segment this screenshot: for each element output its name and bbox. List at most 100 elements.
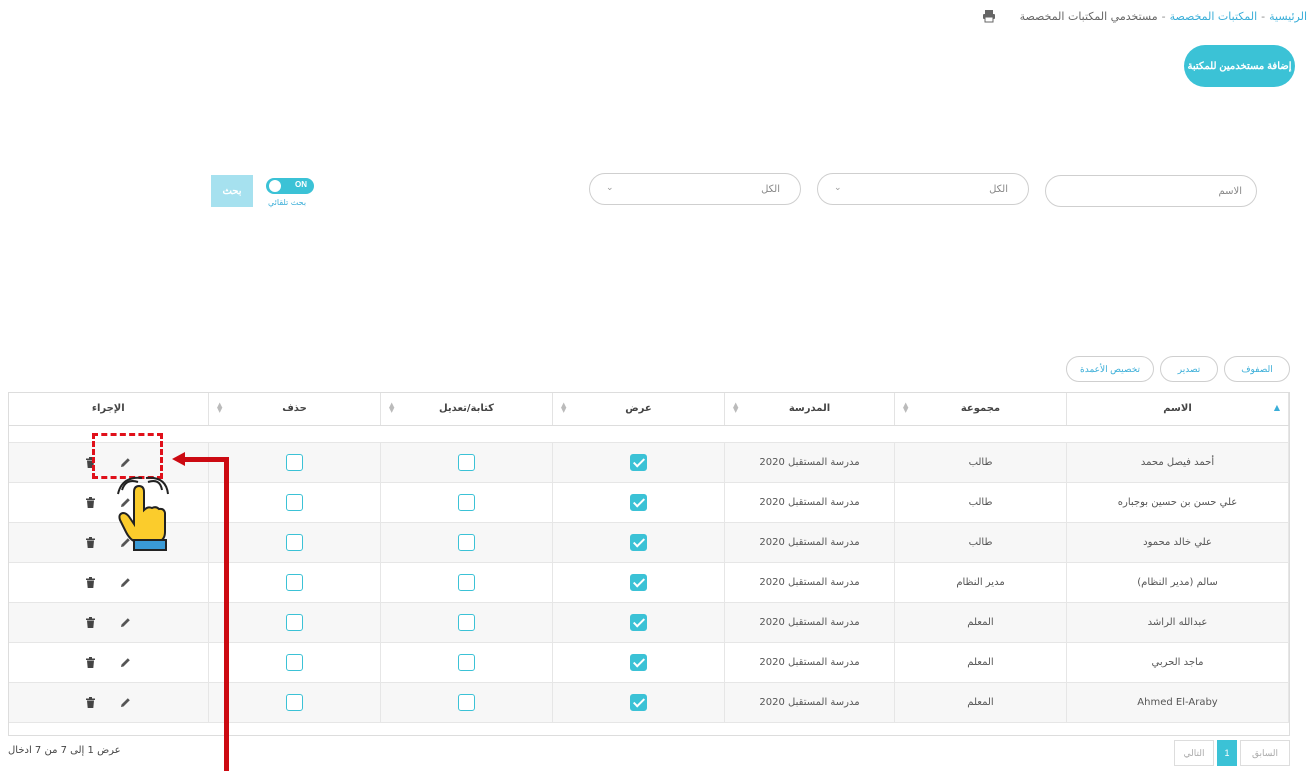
- school-select[interactable]: الكل ⌄: [589, 173, 801, 205]
- column-header-delete[interactable]: ▲ ▼ حذف: [208, 393, 381, 426]
- auto-search-toggle[interactable]: ON: [266, 178, 314, 194]
- cell-view: [552, 562, 725, 603]
- cell-school: مدرسة المستقبل 2020: [724, 602, 895, 643]
- toggle-knob: [269, 180, 281, 192]
- name-search-input[interactable]: الاسم: [1045, 175, 1257, 207]
- column-header-view[interactable]: ▲ ▼ عرض: [552, 393, 725, 426]
- column-header-school[interactable]: ▲ ▼ المدرسة: [724, 393, 895, 426]
- cell-view: [552, 522, 725, 563]
- write-checkbox[interactable]: [458, 573, 475, 591]
- chevron-down-icon: ⌄: [606, 183, 614, 193]
- trash-icon[interactable]: [85, 496, 96, 508]
- delete-checkbox[interactable]: [286, 493, 303, 511]
- cell-actions: [8, 522, 209, 563]
- write-checkbox[interactable]: [458, 453, 475, 471]
- pointing-hand-icon: [117, 476, 169, 551]
- cell-delete: [208, 682, 381, 723]
- column-header-group[interactable]: ▲ ▼ مجموعة: [894, 393, 1067, 426]
- trash-icon[interactable]: [85, 656, 96, 668]
- breadcrumb-libraries[interactable]: المكتبات المخصصة: [1170, 10, 1258, 23]
- annotation-line: [224, 459, 229, 771]
- name-search-placeholder: الاسم: [1218, 185, 1242, 197]
- row-actions: [9, 496, 209, 508]
- search-button[interactable]: بحث: [211, 175, 253, 207]
- cell-write: [380, 482, 553, 523]
- export-button[interactable]: تصدير: [1160, 356, 1218, 382]
- sort-icon: ▲ ▼: [903, 401, 909, 414]
- delete-checkbox[interactable]: [286, 613, 303, 631]
- cell-write: [380, 602, 553, 643]
- cell-delete: [208, 442, 381, 483]
- pencil-icon[interactable]: [120, 697, 131, 708]
- sort-icon: ▲ ▼: [733, 401, 739, 414]
- column-header-name[interactable]: ▲ الاسم: [1066, 393, 1289, 426]
- table-row: علي حسن بن حسين بوجباره طالب مدرسة المستقب…: [8, 482, 1289, 523]
- breadcrumb-separator: -: [1261, 10, 1266, 23]
- delete-checkbox[interactable]: [286, 453, 303, 471]
- cell-school: مدرسة المستقبل 2020: [724, 482, 895, 523]
- customize-columns-button[interactable]: تخصيص الأعمدة: [1066, 356, 1154, 382]
- write-checkbox[interactable]: [458, 613, 475, 631]
- print-icon[interactable]: [982, 9, 996, 23]
- cell-write: [380, 442, 553, 483]
- annotation-highlight-box: [92, 433, 163, 479]
- group-select-value: الكل: [989, 183, 1008, 195]
- view-checkbox[interactable]: [630, 533, 647, 551]
- trash-icon[interactable]: [85, 696, 96, 708]
- view-checkbox[interactable]: [630, 493, 647, 511]
- row-actions: [9, 656, 209, 668]
- breadcrumb: الرئيسية - المكتبات المخصصة - مستخدمي ال…: [1020, 10, 1307, 23]
- trash-icon[interactable]: [85, 616, 96, 628]
- trash-icon[interactable]: [85, 576, 96, 588]
- toggle-state: ON: [295, 180, 307, 189]
- delete-checkbox[interactable]: [286, 653, 303, 671]
- cell-group: المعلم: [894, 682, 1067, 723]
- cell-school: مدرسة المستقبل 2020: [724, 682, 895, 723]
- pagination: التالي 1 السابق: [1174, 740, 1290, 766]
- sort-icon: ▲ ▼: [561, 401, 567, 414]
- write-checkbox[interactable]: [458, 533, 475, 551]
- cell-view: [552, 642, 725, 683]
- delete-checkbox[interactable]: [286, 573, 303, 591]
- view-checkbox[interactable]: [630, 693, 647, 711]
- add-library-users-button[interactable]: إضافة مستخدمين للمكتبة: [1184, 45, 1295, 87]
- cell-actions: [8, 682, 209, 723]
- group-select[interactable]: الكل ⌄: [817, 173, 1029, 205]
- cell-school: مدرسة المستقبل 2020: [724, 522, 895, 563]
- view-checkbox[interactable]: [630, 653, 647, 671]
- pencil-icon[interactable]: [120, 577, 131, 588]
- column-header-actions: الإجراء: [8, 393, 209, 426]
- breadcrumb-current: مستخدمي المكتبات المخصصة: [1019, 10, 1158, 23]
- row-actions: [9, 696, 209, 708]
- sort-icon: ▲ ▼: [217, 401, 223, 414]
- write-checkbox[interactable]: [458, 653, 475, 671]
- view-checkbox[interactable]: [630, 573, 647, 591]
- pencil-icon[interactable]: [120, 617, 131, 628]
- page-1-button[interactable]: 1: [1217, 740, 1237, 766]
- chevron-down-icon: ⌄: [834, 183, 842, 193]
- cell-name: أحمد فيصل محمد: [1066, 442, 1289, 483]
- cell-group: المعلم: [894, 602, 1067, 643]
- cell-view: [552, 682, 725, 723]
- cell-delete: [208, 482, 381, 523]
- cell-delete: [208, 602, 381, 643]
- delete-checkbox[interactable]: [286, 693, 303, 711]
- rows-button[interactable]: الصفوف: [1224, 356, 1290, 382]
- breadcrumb-home[interactable]: الرئيسية: [1269, 10, 1307, 23]
- delete-checkbox[interactable]: [286, 533, 303, 551]
- cell-name: Ahmed El-Araby: [1066, 682, 1289, 723]
- view-checkbox[interactable]: [630, 453, 647, 471]
- cell-write: [380, 562, 553, 603]
- next-page-button[interactable]: التالي: [1174, 740, 1214, 766]
- write-checkbox[interactable]: [458, 493, 475, 511]
- cell-group: طالب: [894, 522, 1067, 563]
- column-header-write[interactable]: ▲ ▼ كتابة/تعديل: [380, 393, 553, 426]
- trash-icon[interactable]: [85, 536, 96, 548]
- row-actions: [9, 576, 209, 588]
- write-checkbox[interactable]: [458, 693, 475, 711]
- pencil-icon[interactable]: [120, 657, 131, 668]
- cell-school: مدرسة المستقبل 2020: [724, 642, 895, 683]
- cell-delete: [208, 562, 381, 603]
- view-checkbox[interactable]: [630, 613, 647, 631]
- previous-page-button[interactable]: السابق: [1240, 740, 1290, 766]
